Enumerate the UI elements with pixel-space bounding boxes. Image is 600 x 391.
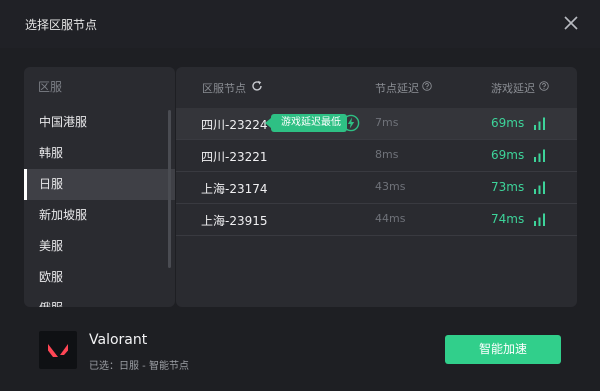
signal-icon <box>534 181 545 194</box>
game-delay: 73ms <box>491 180 525 194</box>
game-delay: 69ms <box>491 148 525 162</box>
region-panel: 区服 中国港服 韩服 日服 新加坡服 美服 欧服 俄服 <box>24 67 175 307</box>
node-delay: 7ms <box>375 116 399 129</box>
region-scrollbar[interactable] <box>168 110 171 268</box>
node-delay: 8ms <box>375 148 399 161</box>
region-list: 中国港服 韩服 日服 新加坡服 美服 欧服 俄服 <box>24 107 175 307</box>
region-item-us[interactable]: 美服 <box>24 231 175 262</box>
node-delay: 44ms <box>375 212 406 225</box>
dialog-title: 选择区服节点 <box>25 18 98 32</box>
node-list: 四川-23224 游戏延迟最低 7ms 69ms 四川-23221 8ms 69… <box>176 108 577 236</box>
column-header-game-delay: 游戏延迟 <box>491 82 535 95</box>
game-delay: 74ms <box>491 212 525 226</box>
node-row[interactable]: 上海-23915 44ms 74ms <box>176 204 577 236</box>
game-delay: 69ms <box>491 116 525 130</box>
question-icon[interactable] <box>539 81 549 91</box>
region-item-eu[interactable]: 欧服 <box>24 262 175 293</box>
region-item-ru[interactable]: 俄服 <box>24 293 175 307</box>
smart-accelerate-button[interactable]: 智能加速 <box>445 335 561 364</box>
node-row[interactable]: 四川-23224 游戏延迟最低 7ms 69ms <box>176 108 577 140</box>
column-header-node: 区服节点 <box>202 82 246 95</box>
region-item-sg[interactable]: 新加坡服 <box>24 200 175 231</box>
game-name: Valorant <box>89 332 148 348</box>
node-name: 上海-23915 <box>201 214 268 228</box>
lightning-icon <box>342 114 360 132</box>
selected-node-info: 已选：日服 - 智能节点 <box>89 361 189 372</box>
node-row[interactable]: 四川-23221 8ms 69ms <box>176 140 577 172</box>
close-icon <box>564 16 578 30</box>
node-delay: 43ms <box>375 180 406 193</box>
region-header: 区服 <box>38 80 63 94</box>
title-bar: 选择区服节点 <box>0 0 600 48</box>
signal-icon <box>534 149 545 162</box>
node-name: 上海-23174 <box>201 182 268 196</box>
valorant-logo-icon <box>48 344 68 357</box>
region-item-hk[interactable]: 中国港服 <box>24 107 175 138</box>
node-row[interactable]: 上海-23174 43ms 73ms <box>176 172 577 204</box>
game-logo <box>39 331 77 369</box>
node-selection-dialog: 选择区服节点 区服 中国港服 韩服 日服 新加坡服 美服 欧服 俄服 区服节点 … <box>0 0 600 391</box>
signal-icon <box>534 213 545 226</box>
refresh-icon[interactable] <box>251 80 263 92</box>
column-header-node-delay: 节点延迟 <box>375 82 419 95</box>
lowest-delay-badge: 游戏延迟最低 <box>265 114 347 132</box>
node-name: 四川-23221 <box>201 150 268 164</box>
signal-icon <box>534 117 545 130</box>
close-button[interactable] <box>560 12 582 34</box>
node-name: 四川-23224 <box>201 118 268 132</box>
question-icon[interactable] <box>422 81 432 91</box>
node-panel: 区服节点 节点延迟 游戏延迟 四川-23224 游戏延迟最低 7ms 69ms … <box>176 67 577 307</box>
footer: Valorant 已选：日服 - 智能节点 智能加速 <box>0 320 600 391</box>
region-item-kr[interactable]: 韩服 <box>24 138 175 169</box>
region-item-jp[interactable]: 日服 <box>24 169 175 200</box>
